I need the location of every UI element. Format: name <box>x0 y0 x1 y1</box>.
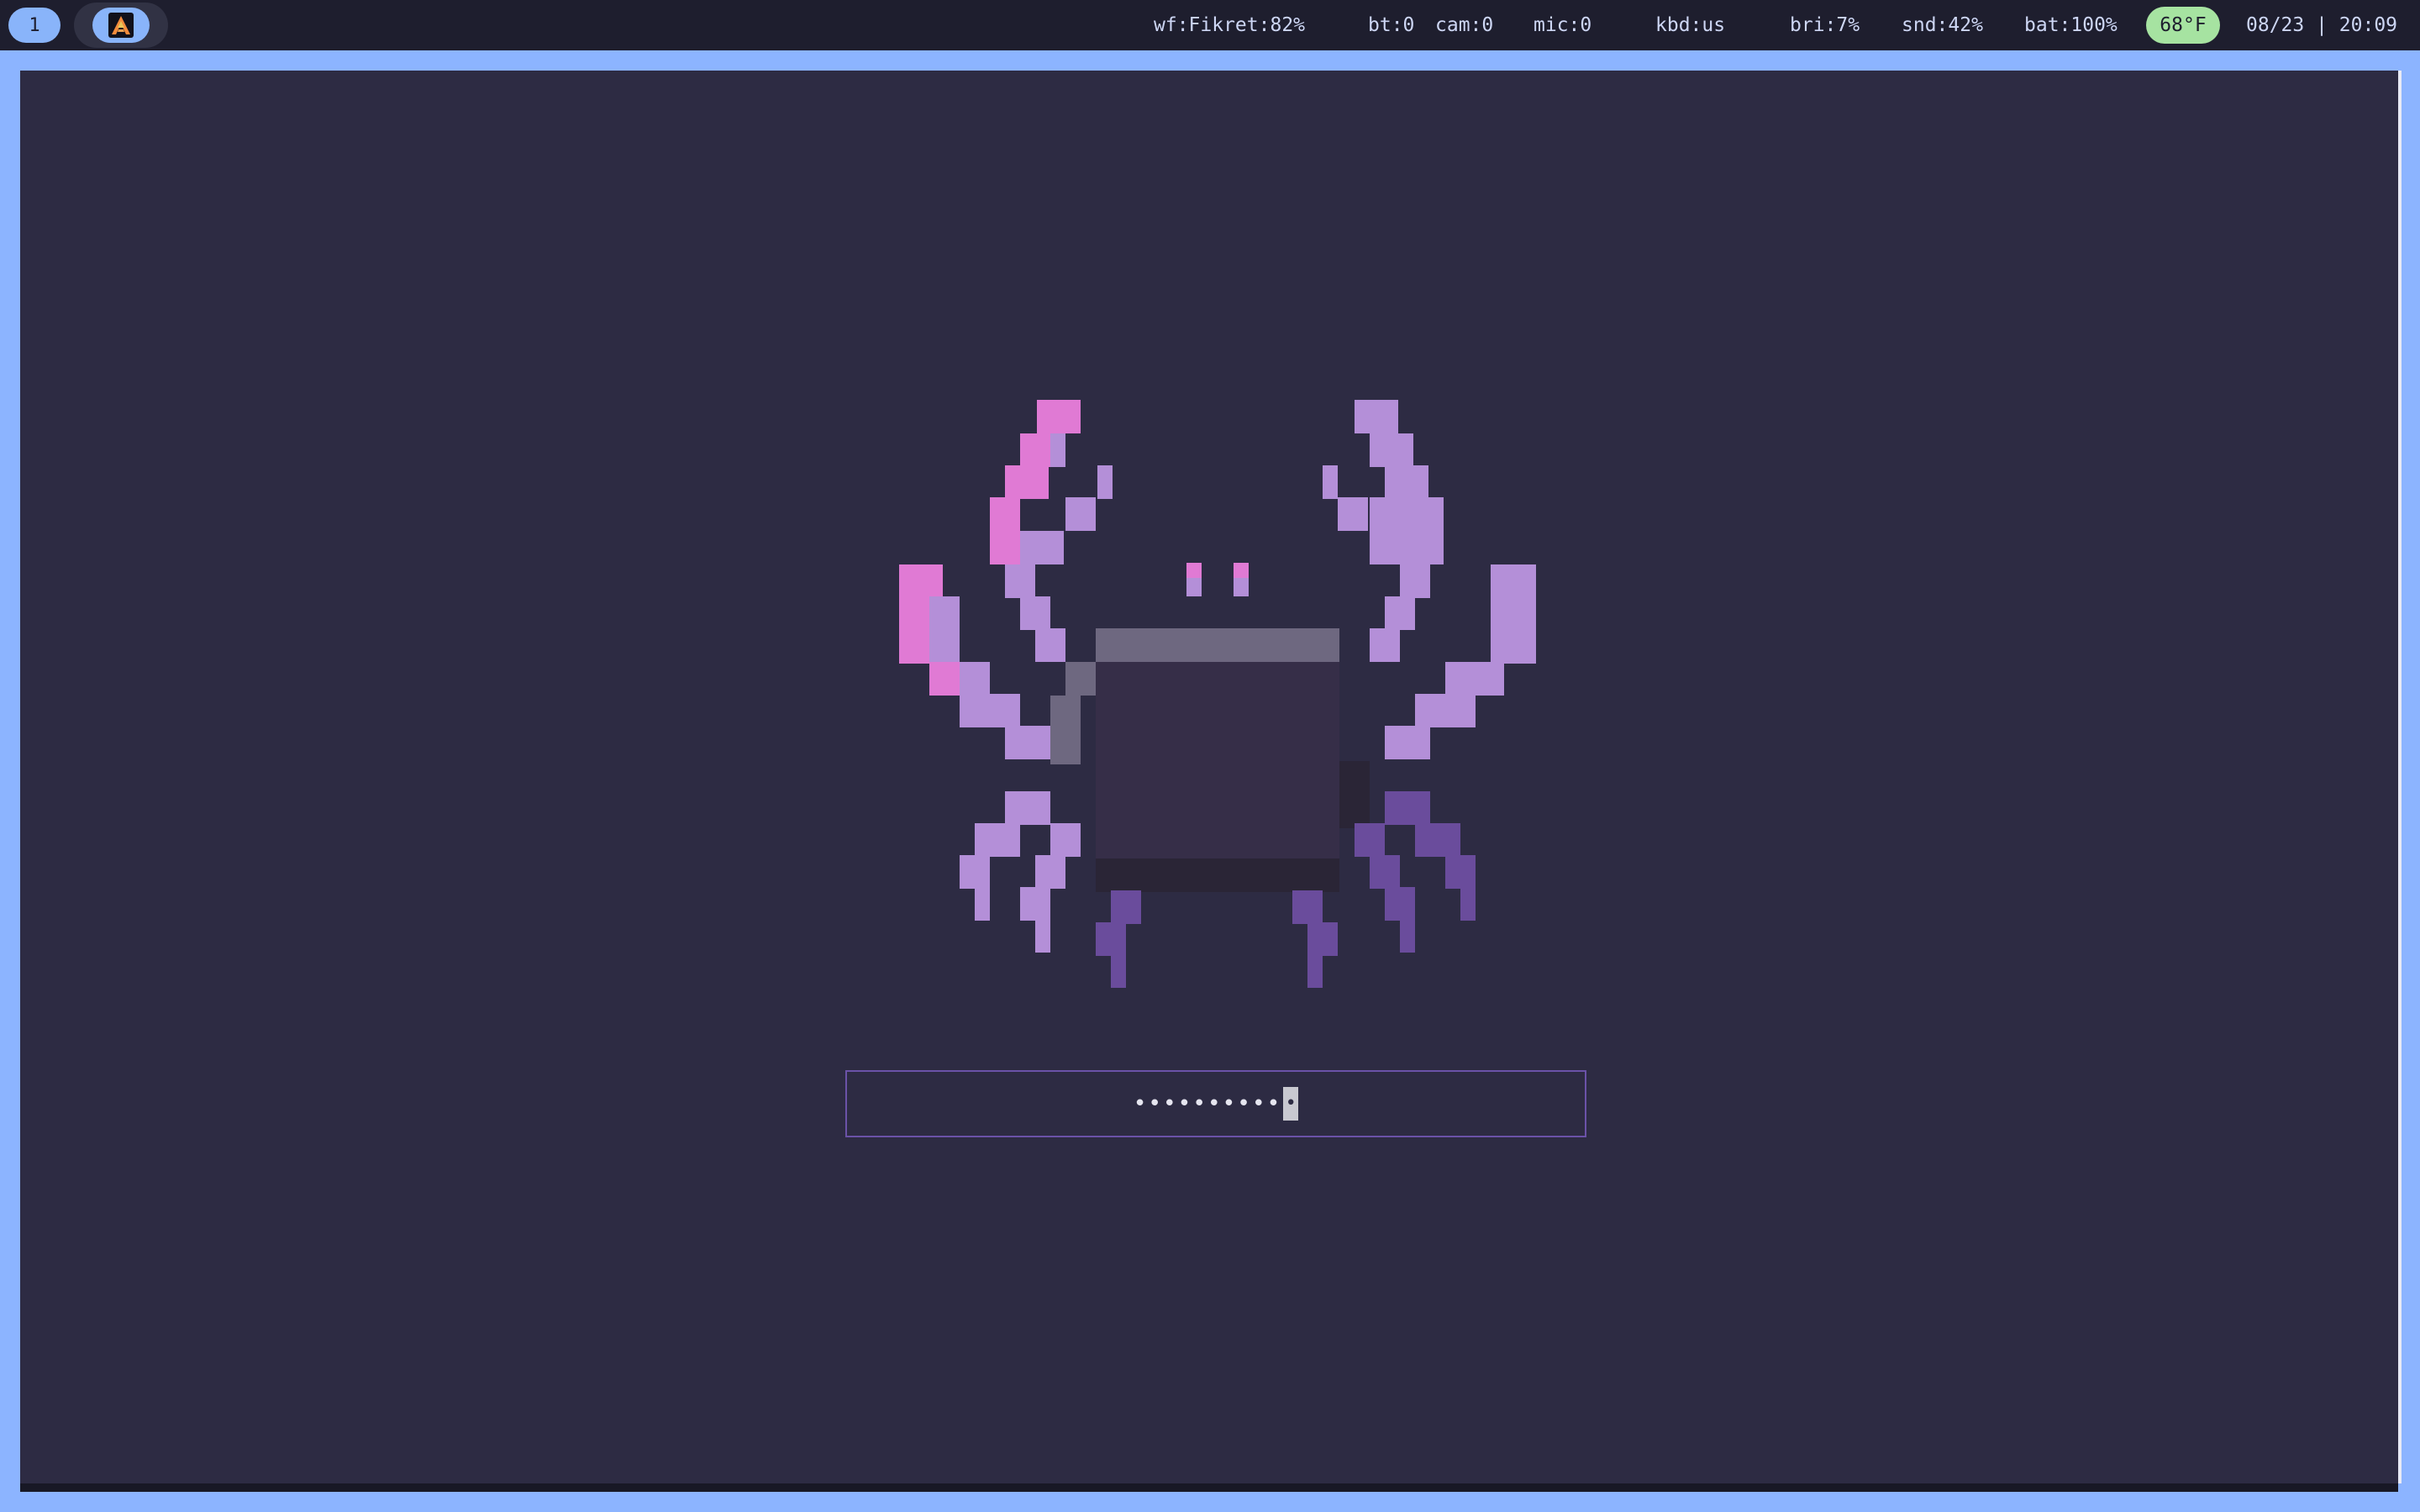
password-mask: •••••••••• <box>1133 1091 1282 1116</box>
sound-status[interactable]: snd:42% <box>1902 0 1983 50</box>
temperature-label: 68°F <box>2160 14 2207 36</box>
crab-left-claw <box>990 400 1113 662</box>
frame-bottom-edge <box>20 1483 2398 1492</box>
top-bar: 1 wf:Fikret:82% bt:0 cam:0 mic:0 kbd:us … <box>0 0 2420 50</box>
mic-status[interactable]: mic:0 <box>1534 0 1591 50</box>
crab-shell <box>1050 628 1370 892</box>
temperature-badge[interactable]: 68°F <box>2146 7 2220 44</box>
workspace-label: 1 <box>29 14 40 36</box>
crab-eyes <box>1186 563 1249 596</box>
camera-status[interactable]: cam:0 <box>1435 0 1493 50</box>
alacritty-icon <box>108 13 134 38</box>
date-time[interactable]: 08/23 | 20:09 <box>2246 0 2397 50</box>
keyboard-layout[interactable]: kbd:us <box>1655 0 1725 50</box>
text-cursor: • <box>1283 1087 1299 1121</box>
workspace-1-button[interactable]: 1 <box>8 8 60 43</box>
frame-right-edge <box>2398 71 2402 1483</box>
crab-icon <box>899 400 1536 988</box>
wifi-status[interactable]: wf:Fikret:82% <box>1154 0 1305 50</box>
taskbar-app-button[interactable] <box>92 8 150 43</box>
brightness-status[interactable]: bri:7% <box>1790 0 1860 50</box>
bluetooth-status[interactable]: bt:0 <box>1368 0 1414 50</box>
crab-right-claw <box>1323 400 1444 662</box>
password-input[interactable]: •••••••••• • <box>845 1070 1586 1137</box>
battery-status[interactable]: bat:100% <box>2024 0 2118 50</box>
